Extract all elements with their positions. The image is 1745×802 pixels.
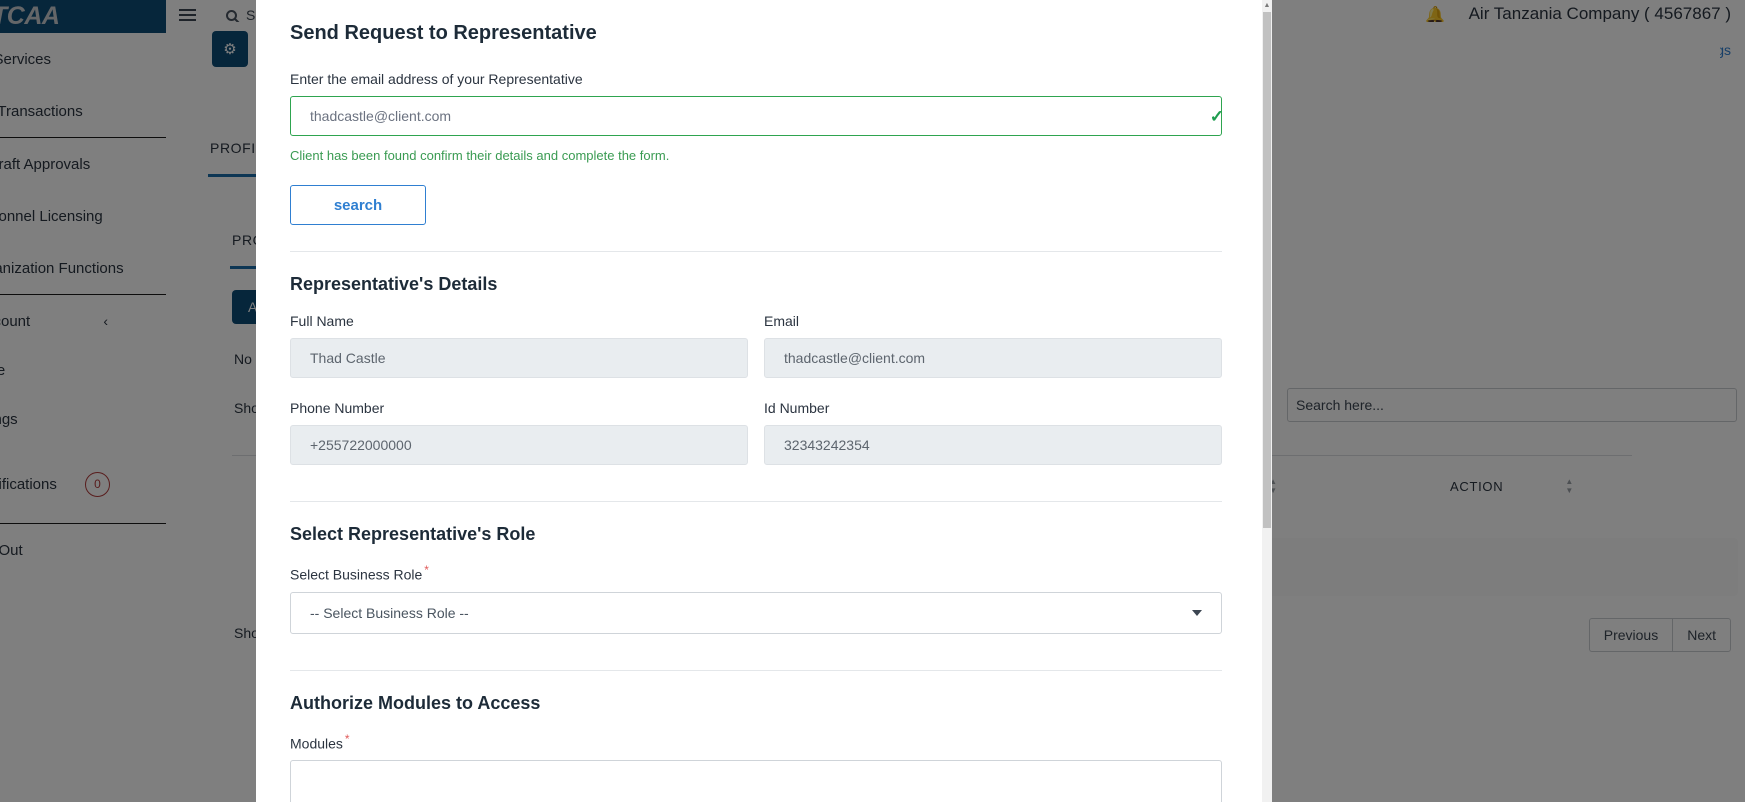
section-divider bbox=[290, 251, 1222, 252]
id-number-field-group: Id Number 32343242354 bbox=[764, 400, 1222, 465]
email-label: Email bbox=[764, 313, 800, 329]
section-divider bbox=[290, 501, 1222, 502]
full-name-field-group: Full Name Thad Castle bbox=[290, 313, 748, 378]
email-field-group: Email thadcastle@client.com bbox=[764, 313, 1222, 378]
id-number-value: 32343242354 bbox=[764, 425, 1222, 465]
phone-field-group: Phone Number +255722000000 bbox=[290, 400, 748, 465]
business-role-label-text: Select Business Role bbox=[290, 566, 423, 583]
representative-role-title: Select Representative's Role bbox=[290, 524, 536, 544]
details-row-2: Phone Number +255722000000 Id Number 323… bbox=[290, 400, 1222, 465]
search-button[interactable]: search bbox=[290, 185, 426, 225]
authorize-modules-title: Authorize Modules to Access bbox=[290, 692, 541, 713]
business-role-select[interactable]: -- Select Business Role -- bbox=[290, 591, 1222, 634]
modal-body: Send Request to Representative Enter the… bbox=[256, 0, 1272, 802]
send-request-modal: Send Request to Representative Enter the… bbox=[256, 0, 1272, 802]
business-role-label: Select Business Role * bbox=[290, 563, 1238, 583]
representative-details-title: Representative's Details bbox=[290, 274, 498, 294]
phone-number-value: +255722000000 bbox=[290, 425, 748, 465]
business-role-selected-value: -- Select Business Role -- bbox=[310, 604, 469, 621]
modules-label-text: Modules bbox=[290, 735, 343, 752]
representative-email-input[interactable] bbox=[290, 96, 1222, 136]
modal-scroll-thumb[interactable] bbox=[1263, 12, 1271, 528]
modal-scrollbar[interactable]: ▲ bbox=[1262, 0, 1272, 802]
scroll-up-icon[interactable]: ▲ bbox=[1263, 2, 1271, 9]
details-row-1: Full Name Thad Castle Email thadcastle@c… bbox=[290, 313, 1222, 378]
section-divider bbox=[290, 669, 1222, 671]
phone-number-label: Phone Number bbox=[290, 400, 385, 416]
required-marker: * bbox=[424, 563, 429, 577]
full-name-label: Full Name bbox=[290, 313, 354, 329]
modules-input[interactable] bbox=[290, 760, 1222, 802]
modules-label: Modules * bbox=[290, 732, 1238, 752]
required-marker: * bbox=[344, 731, 350, 746]
chevron-down-icon bbox=[1192, 609, 1202, 616]
modal-title: Send Request to Representative bbox=[290, 22, 597, 44]
full-name-value: Thad Castle bbox=[290, 338, 748, 378]
id-number-label: Id Number bbox=[764, 400, 830, 416]
app-root: Search Portal 🔔 Air Tanzania Company ( 4… bbox=[0, 0, 1745, 802]
check-icon: ✓ bbox=[1209, 107, 1224, 126]
client-found-message: Client has been found confirm their deta… bbox=[290, 148, 670, 163]
email-input-wrapper: ✓ bbox=[290, 96, 1238, 136]
email-value: thadcastle@client.com bbox=[764, 338, 1222, 378]
email-field-label: Enter the email address of your Represen… bbox=[290, 71, 583, 87]
